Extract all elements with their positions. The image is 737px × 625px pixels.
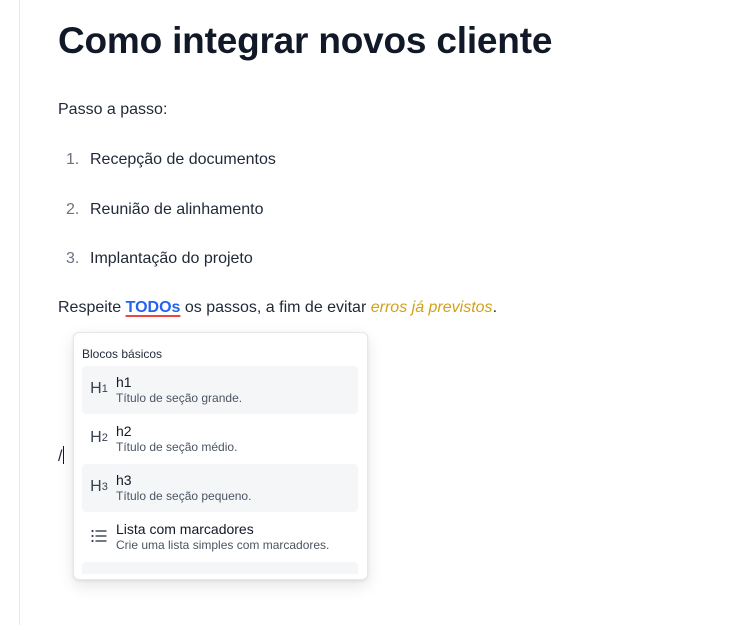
page-title[interactable]: Como integrar novos cliente [58, 20, 552, 62]
menu-item-description: Título de seção pequeno. [116, 489, 252, 503]
list-item-text: Implantação do projeto [90, 250, 253, 267]
menu-item-description: Crie uma lista simples com marcadores. [116, 538, 330, 552]
menu-item-title: h1 [116, 374, 132, 390]
menu-section-label: Blocos básicos [82, 347, 163, 361]
italic-highlight: erros já previstos [370, 299, 493, 316]
menu-item-description: Título de seção grande. [116, 391, 243, 405]
list-item[interactable]: 3. Implantação do projeto [66, 250, 253, 268]
respeite-text-before: Respeite [58, 299, 126, 316]
intro-paragraph[interactable]: Passo a passo: [58, 101, 167, 119]
menu-item-description: Título de seção médio. [116, 440, 238, 454]
list-number: 2. [66, 201, 80, 218]
menu-item-h2[interactable]: H2 h2 Título de seção médio. [82, 415, 358, 463]
list-number: 1. [66, 151, 80, 168]
list-item-text: Reunião de alinhamento [90, 201, 264, 218]
todos-link[interactable]: TODOs [126, 299, 181, 316]
list-item-text: Recepção de documentos [90, 151, 276, 168]
slash-command-line[interactable]: / [58, 446, 65, 466]
list-item[interactable]: 2. Reunião de alinhamento [66, 201, 263, 219]
menu-item-bullet-list[interactable]: Lista com marcadores Crie uma lista simp… [82, 513, 358, 561]
menu-next-item-partial[interactable] [82, 562, 358, 574]
heading-3-icon: H3 [90, 478, 108, 495]
list-number: 3. [66, 250, 80, 267]
slash-command-menu[interactable]: Blocos básicos H1 h1 Título de seção gra… [73, 332, 368, 580]
editor-left-border [19, 0, 20, 625]
menu-item-title: Lista com marcadores [116, 521, 254, 537]
respeite-text-middle: os passos, a fim de evitar [180, 299, 371, 316]
menu-item-h3[interactable]: H3 h3 Título de seção pequeno. [82, 464, 358, 512]
bullet-list-icon [82, 529, 116, 543]
heading-1-icon: H1 [90, 380, 108, 397]
slash-input-text: / [58, 448, 63, 465]
list-item[interactable]: 1. Recepção de documentos [66, 151, 276, 169]
respeite-text-after: . [492, 299, 498, 316]
menu-item-h1[interactable]: H1 h1 Título de seção grande. [82, 366, 358, 414]
heading-2-icon: H2 [90, 429, 108, 446]
menu-item-title: h3 [116, 472, 132, 488]
respeite-paragraph[interactable]: Respeite TODOs os passos, a fim de evita… [58, 299, 497, 317]
menu-item-title: h2 [116, 423, 132, 439]
text-cursor [63, 446, 65, 464]
